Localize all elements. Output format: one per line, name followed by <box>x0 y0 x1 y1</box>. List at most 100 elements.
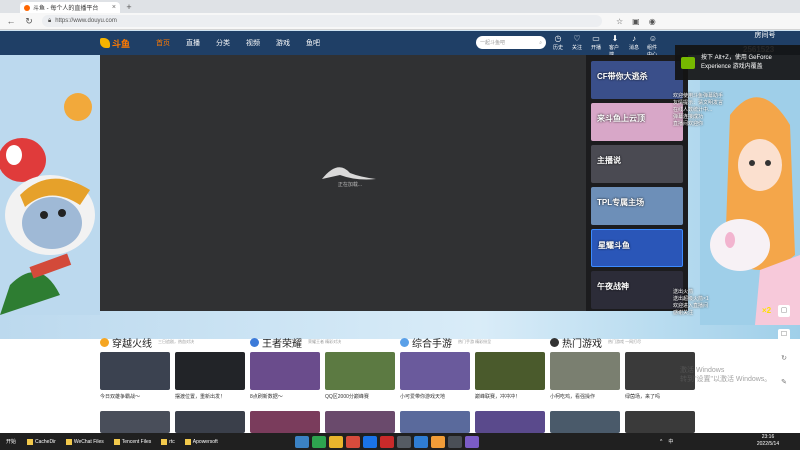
section-icon <box>250 337 259 347</box>
edge-icon[interactable] <box>295 435 309 448</box>
start-button[interactable]: 开始 <box>0 438 22 445</box>
taskbar-folder[interactable]: CacheDir <box>22 433 61 450</box>
side-tool-4-icon[interactable]: ✎ <box>778 377 790 389</box>
stream-card[interactable]: QQ区2000分巅峰赛 <box>325 352 395 404</box>
danmaku-overlay: 欢迎使用斗鱼弹幕助手 友情提示：请文明发言 在线人数统计中... 弹幕连接成功 … <box>673 93 783 128</box>
recommend-item[interactable]: 来斗鱼上云顶 <box>591 103 683 141</box>
history-label: 历史 <box>552 45 563 51</box>
stream-thumb[interactable] <box>550 411 620 433</box>
browser-tab[interactable]: 斗鱼 - 每个人的直播平台 × <box>20 2 120 13</box>
chrome-icon[interactable] <box>363 435 377 448</box>
stream-card[interactable]: 8点刷新数据～ <box>250 352 320 404</box>
nav-category[interactable]: 分类 <box>216 38 230 48</box>
stream-card[interactable]: 小柯吃鸡，看强操作 <box>550 352 620 404</box>
section-header[interactable]: 热门游戏 热门游戏 一网打尽 <box>550 336 641 350</box>
message-label: 消息 <box>628 45 639 51</box>
folder-icon[interactable] <box>329 435 343 448</box>
back-button[interactable]: ← <box>6 16 16 26</box>
section-subtitle: 三日追剧，热血对决 <box>158 339 194 344</box>
stream-thumb[interactable] <box>175 411 245 433</box>
gift-count-badge: ×2 <box>762 306 772 315</box>
recommend-item[interactable]: CF带你大逃杀 <box>591 61 683 99</box>
system-tray: ^ 中 <box>660 433 673 450</box>
stream-thumb[interactable] <box>250 411 320 433</box>
nav-games[interactable]: 游戏 <box>276 38 290 48</box>
recommend-label: 来斗鱼上云顶 <box>597 114 645 123</box>
clock-time: 23:16 <box>761 434 775 440</box>
steam-icon[interactable] <box>397 435 411 448</box>
system-clock[interactable]: 23:16 2022/5/14 <box>752 434 784 448</box>
stream-thumb[interactable] <box>625 411 695 433</box>
recommend-item[interactable]: 主播说 <box>591 145 683 183</box>
app-icon[interactable] <box>346 435 360 448</box>
stream-thumb <box>250 352 320 390</box>
recommend-item[interactable]: 午夜战神 <box>591 271 683 309</box>
app-icon[interactable] <box>448 435 462 448</box>
section-header[interactable]: 穿越火线 三日追剧，热血对决 <box>100 336 194 350</box>
folder-icon <box>65 438 72 445</box>
tray-expand-icon[interactable]: ^ <box>660 439 662 445</box>
stream-card[interactable]: 小可爱带你游戏天地 <box>400 352 470 404</box>
pinned-apps <box>295 433 479 450</box>
stream-card[interactable]: 巅峰联赛，冲冲冲！ <box>475 352 545 404</box>
side-tool-2-icon[interactable]: ☐ <box>778 329 790 341</box>
search-input[interactable]: 一起斗鱼吧 ⌕ <box>476 36 546 49</box>
browser-toolbar-icons: ☆ ▣ ◉ <box>616 17 656 26</box>
taskbar-folder[interactable]: Apowersoft <box>180 433 223 450</box>
search-icon[interactable]: ⌕ <box>539 40 542 46</box>
input-method-icon[interactable]: 中 <box>668 438 673 445</box>
stream-thumb[interactable] <box>400 411 470 433</box>
close-tab-icon[interactable]: × <box>112 4 116 11</box>
stream-thumb <box>325 352 395 390</box>
nvidia-logo-icon <box>681 56 695 69</box>
collections-icon[interactable]: ▣ <box>632 17 640 26</box>
app-icon[interactable] <box>380 435 394 448</box>
windows-activation-watermark: 激活 Windows 转到"设置"以激活 Windows。 <box>680 366 771 384</box>
side-tool-3-icon[interactable]: ↻ <box>778 353 790 365</box>
stream-card[interactable]: 今日双雄争霸战～ <box>100 352 170 404</box>
stream-thumb[interactable] <box>325 411 395 433</box>
app-icon[interactable] <box>465 435 479 448</box>
recommend-label: 主播说 <box>597 156 621 165</box>
taskbar-folder[interactable]: rtc <box>156 433 180 450</box>
app-icon[interactable] <box>414 435 428 448</box>
stream-thumb[interactable] <box>475 411 545 433</box>
stream-caption: 摆渡位置，重新出发！ <box>175 394 226 400</box>
profile-icon[interactable]: ◉ <box>649 17 656 26</box>
watermark-line1: 激活 Windows <box>680 367 725 374</box>
stream-card[interactable]: 摆渡位置，重新出发！ <box>175 352 245 404</box>
recommend-item[interactable]: TPL专属主场 <box>591 187 683 225</box>
recommend-item[interactable]: 星耀斗鱼 <box>591 229 683 267</box>
wechat-icon[interactable] <box>312 435 326 448</box>
stream-caption: QQ区2000分巅峰赛 <box>325 394 369 400</box>
refresh-button[interactable]: ↻ <box>24 16 34 27</box>
room-label: 房间号 <box>754 32 776 39</box>
section-header[interactable]: 综合手游 热门手游 精彩纷呈 <box>400 336 491 350</box>
section-subtitle: 荣耀王者 精彩对决 <box>308 339 342 344</box>
nav-video[interactable]: 视频 <box>246 38 260 48</box>
taskbar-folder[interactable]: WeChat Files <box>61 433 109 450</box>
douyu-logo[interactable]: 斗鱼 <box>100 36 130 50</box>
nav-live[interactable]: 直播 <box>186 38 200 48</box>
geforce-line2: Experience 游戏内覆盖 <box>701 63 763 70</box>
star-icon[interactable]: ☆ <box>616 17 623 26</box>
search-placeholder: 一起斗鱼吧 <box>480 40 506 46</box>
nav-yuba[interactable]: 鱼吧 <box>306 38 320 48</box>
douyu-logo-icon <box>100 38 110 48</box>
douyu-favicon-icon <box>24 4 30 11</box>
douyu-icon[interactable] <box>431 435 445 448</box>
section-icon <box>400 337 409 347</box>
taskbar-folder[interactable]: Tencent Files <box>109 433 156 450</box>
nav-home[interactable]: 首页 <box>156 38 170 48</box>
shark-mascot-illustration <box>0 55 100 315</box>
url-field[interactable]: 🔒︎ https://www.douyu.com <box>42 15 602 27</box>
loading-text: 正在加载... <box>337 182 363 188</box>
stream-thumb[interactable] <box>100 411 170 433</box>
new-tab-button[interactable]: + <box>123 2 135 13</box>
stream-thumb <box>550 352 620 390</box>
url-text: https://www.douyu.com <box>55 18 117 24</box>
section-header[interactable]: 王者荣耀 荣耀王者 精彩对决 <box>250 336 342 350</box>
gift-line: 送出超级火箭×1 <box>673 296 709 302</box>
heart-icon: ♡ <box>573 34 581 43</box>
stream-caption: 今日双雄争霸战～ <box>100 394 141 400</box>
